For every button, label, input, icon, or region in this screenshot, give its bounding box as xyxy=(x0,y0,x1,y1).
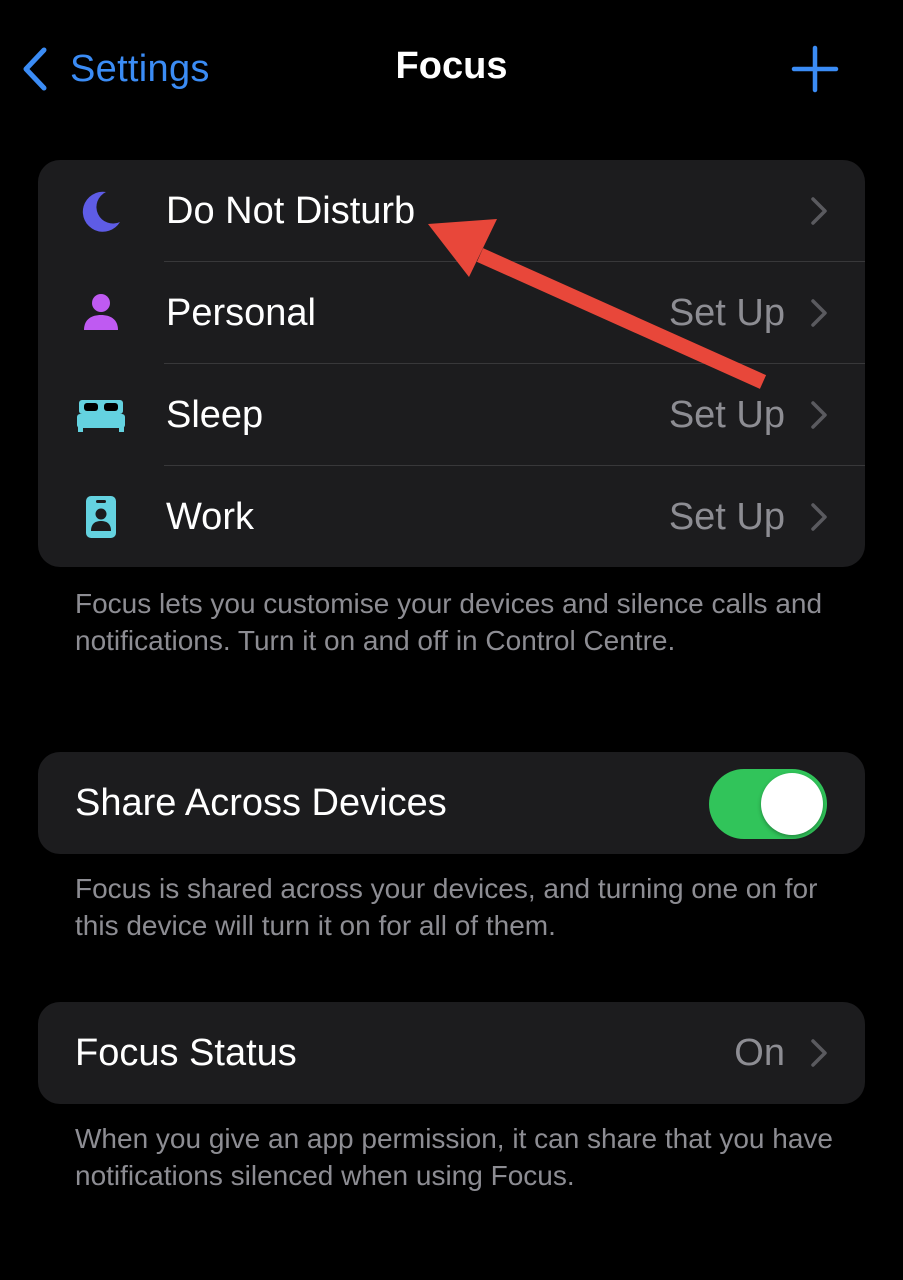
share-across-devices-row: Share Across Devices xyxy=(38,752,865,854)
share-description: Focus is shared across your devices, and… xyxy=(75,873,818,941)
bed-icon xyxy=(76,390,126,440)
focus-status-row[interactable]: Focus Status On xyxy=(38,1002,865,1104)
focus-status-label: Focus Status xyxy=(75,1032,297,1074)
share-across-devices-label: Share Across Devices xyxy=(75,782,447,824)
share-across-devices-toggle[interactable] xyxy=(709,769,827,839)
focus-description: Focus lets you customise your devices an… xyxy=(75,588,823,656)
focus-mode-personal[interactable]: Personal Set Up xyxy=(38,262,865,364)
share-across-devices-group: Share Across Devices xyxy=(38,752,865,854)
focus-status-value: On xyxy=(734,1032,785,1074)
focus-mode-value: Set Up xyxy=(668,292,785,334)
focus-mode-work[interactable]: Work Set Up xyxy=(38,466,865,567)
add-focus-button[interactable] xyxy=(790,44,840,94)
toggle-knob xyxy=(761,773,823,835)
focus-mode-sleep[interactable]: Sleep Set Up xyxy=(38,364,865,466)
page-title: Focus xyxy=(395,45,508,87)
moon-icon xyxy=(76,186,126,236)
focus-mode-value: Set Up xyxy=(668,394,785,436)
chevron-right-icon xyxy=(809,298,829,328)
focus-status-description: When you give an app permission, it can … xyxy=(75,1123,833,1191)
focus-mode-label: Do Not Disturb xyxy=(166,190,416,232)
person-icon xyxy=(76,288,126,338)
chevron-right-icon xyxy=(809,196,829,226)
focus-status-group: Focus Status On xyxy=(38,1002,865,1104)
chevron-right-icon xyxy=(809,400,829,430)
focus-mode-do-not-disturb[interactable]: Do Not Disturb xyxy=(38,160,865,262)
focus-mode-label: Work xyxy=(166,496,254,538)
chevron-right-icon xyxy=(809,1038,829,1068)
focus-mode-label: Sleep xyxy=(166,394,264,436)
navigation-bar: Settings Focus xyxy=(0,0,903,140)
focus-mode-label: Personal xyxy=(166,292,316,334)
chevron-right-icon xyxy=(809,502,829,532)
focus-mode-value: Set Up xyxy=(668,496,785,538)
id-badge-icon xyxy=(76,492,126,542)
focus-modes-list: Do Not Disturb Personal Set Up Sleep Set… xyxy=(38,160,865,567)
plus-icon xyxy=(791,45,839,93)
